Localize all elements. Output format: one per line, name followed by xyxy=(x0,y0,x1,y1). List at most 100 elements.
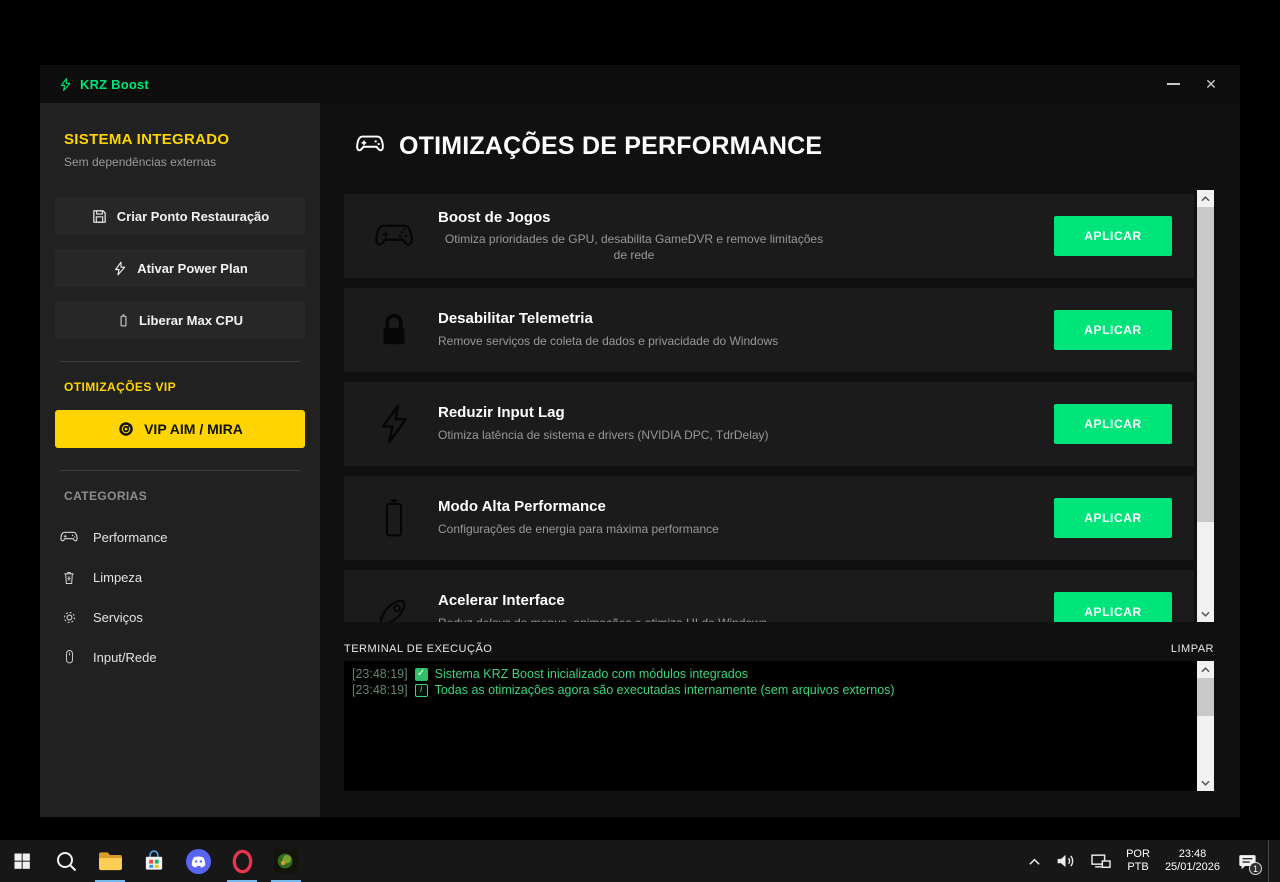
system-tray: POR PTB 23:48 25/01/2026 1 xyxy=(1023,840,1280,882)
log-message: Sistema KRZ Boost inicializado com módul… xyxy=(435,666,748,682)
terminal-clear-button[interactable]: LIMPAR xyxy=(1171,643,1214,655)
optimization-card-modo-alta-performance: Modo Alta Performance Configurações de en… xyxy=(344,476,1194,560)
language-indicator[interactable]: POR PTB xyxy=(1121,848,1155,874)
tray-time: 23:48 xyxy=(1165,848,1220,861)
vip-button-label: VIP AIM / MIRA xyxy=(144,421,243,437)
log-timestamp: [23:48:19] xyxy=(352,682,408,698)
taskbar-icon-opera-gx[interactable] xyxy=(220,840,264,882)
categories-section-label: CATEGORIAS xyxy=(64,489,296,503)
terminal-title: TERMINAL DE EXECUÇÃO xyxy=(344,643,492,655)
network-icon[interactable] xyxy=(1085,840,1117,882)
optimization-card-acelerar-interface: Acelerar Interface Reduz delays de menus,… xyxy=(344,570,1194,622)
taskbar-icon-microsoft-store[interactable] xyxy=(132,840,176,882)
bolt-icon xyxy=(112,260,128,277)
category-label: Serviços xyxy=(93,610,143,625)
apply-button[interactable]: APLICAR xyxy=(1054,498,1172,538)
volume-icon[interactable] xyxy=(1050,840,1081,882)
terminal-header: TERMINAL DE EXECUÇÃO LIMPAR xyxy=(344,643,1214,655)
app-logo-bolt-icon xyxy=(58,77,73,92)
minimize-button[interactable] xyxy=(1158,69,1188,99)
category-performance[interactable]: Performance xyxy=(40,517,320,557)
sidebar-action-label: Ativar Power Plan xyxy=(137,261,248,276)
rocket-icon xyxy=(366,591,422,622)
cards-scrollbar[interactable] xyxy=(1197,190,1214,622)
divider xyxy=(60,470,300,471)
scroll-down-icon[interactable] xyxy=(1197,605,1214,622)
check-icon: ✓ xyxy=(415,668,428,681)
category-label: Limpeza xyxy=(93,570,142,585)
taskbar-icon-file-explorer[interactable] xyxy=(88,840,132,882)
terminal-log: [23:48:19] ✓ Sistema KRZ Boost inicializad… xyxy=(344,661,1197,791)
app-title: KRZ Boost xyxy=(80,77,149,92)
taskbar-icon-krz-boost[interactable] xyxy=(264,840,308,882)
notification-center-button[interactable]: 1 xyxy=(1230,840,1264,882)
scrollbar-thumb[interactable] xyxy=(1197,207,1214,522)
tray-date: 25/01/2026 xyxy=(1165,861,1220,874)
close-button[interactable]: ✕ xyxy=(1196,69,1226,99)
battery-icon xyxy=(366,496,422,540)
category-input-rede[interactable]: Input/Rede xyxy=(40,637,320,677)
show-desktop-button[interactable] xyxy=(1268,840,1274,882)
optimization-card-desabilitar-telemetria: Desabilitar TelemetriaRemove serviços de… xyxy=(344,288,1194,372)
card-title: Boost de Jogos xyxy=(438,209,1054,226)
sidebar-actions: Criar Ponto Restauração Ativar Power Plan… xyxy=(40,197,320,339)
apply-button[interactable]: APLICAR xyxy=(1054,216,1172,256)
sidebar-action-label: Liberar Max CPU xyxy=(139,313,243,328)
page-title-text: OTIMIZAÇÕES DE PERFORMANCE xyxy=(399,132,822,161)
minimize-icon xyxy=(1167,83,1180,85)
category-label: Performance xyxy=(93,530,167,545)
card-description: Configurações de energia para máxima per… xyxy=(438,521,719,537)
controller-icon xyxy=(366,218,422,254)
page-title: OTIMIZAÇÕES DE PERFORMANCE xyxy=(354,131,822,162)
card-description: Otimiza latência de sistema e drivers (N… xyxy=(438,427,769,443)
sidebar-title: SISTEMA INTEGRADO xyxy=(64,131,296,148)
card-title: Desabilitar Telemetria xyxy=(438,310,1054,327)
category-limpeza[interactable]: Limpeza xyxy=(40,557,320,597)
sidebar-action-label: Criar Ponto Restauração xyxy=(117,209,269,224)
desktop: KRZ Boost ✕ SISTEMA INTEGRADO Sem depend… xyxy=(0,0,1280,882)
sidebar-action-criar-ponto-restaura-o[interactable]: Criar Ponto Restauração xyxy=(55,197,305,235)
apply-button[interactable]: APLICAR xyxy=(1054,592,1172,622)
scrollbar-thumb[interactable] xyxy=(1197,678,1214,716)
categories-list: Performance Limpeza Serviços Input/Rede xyxy=(40,517,320,677)
tray-chevron-up-icon[interactable] xyxy=(1023,840,1046,882)
log-message: Todas as otimizações agora são executada… xyxy=(435,682,895,698)
log-timestamp: [23:48:19] xyxy=(352,666,408,682)
gear-icon xyxy=(58,609,80,626)
mouse-icon xyxy=(58,648,80,666)
apply-button[interactable]: APLICAR xyxy=(1054,310,1172,350)
optimization-card-boost-de-jogos: Boost de Jogos Otimiza prioridades de GPU… xyxy=(344,194,1194,278)
sidebar-action-ativar-power-plan[interactable]: Ativar Power Plan xyxy=(55,249,305,287)
apply-button[interactable]: APLICAR xyxy=(1054,404,1172,444)
terminal-log-line: [23:48:19] ✓ Sistema KRZ Boost inicializad… xyxy=(352,666,1189,682)
optimizations-list: Boost de Jogos Otimiza prioridades de GPU… xyxy=(344,190,1214,622)
taskbar-icon-discord[interactable] xyxy=(176,840,220,882)
divider xyxy=(60,361,300,362)
scroll-down-icon[interactable] xyxy=(1197,774,1214,791)
card-title: Modo Alta Performance xyxy=(438,498,1054,515)
card-title: Acelerar Interface xyxy=(438,592,1054,609)
category-servi-os[interactable]: Serviços xyxy=(40,597,320,637)
bolt-icon xyxy=(366,402,422,446)
lock-icon xyxy=(366,309,422,351)
gamepad-icon xyxy=(354,131,386,162)
card-description: Reduz delays de menus, animações e otimi… xyxy=(438,615,767,622)
trash-icon xyxy=(58,569,80,586)
vip-aim-mira-button[interactable]: VIP AIM / MIRA xyxy=(55,410,305,448)
sidebar: SISTEMA INTEGRADO Sem dependências exter… xyxy=(40,103,320,817)
sidebar-action-liberar-max-cpu[interactable]: Liberar Max CPU xyxy=(55,301,305,339)
floppy-icon xyxy=(91,208,108,225)
scroll-up-icon[interactable] xyxy=(1197,661,1214,678)
terminal-scrollbar[interactable] xyxy=(1197,661,1214,791)
gamepad-icon xyxy=(58,529,80,545)
target-icon xyxy=(117,420,135,438)
search-button[interactable] xyxy=(44,840,88,882)
battery-icon xyxy=(117,311,130,330)
card-description: Otimiza prioridades de GPU, desabilita G… xyxy=(438,231,830,263)
start-button[interactable] xyxy=(0,840,44,882)
category-label: Input/Rede xyxy=(93,650,157,665)
scroll-up-icon[interactable] xyxy=(1197,190,1214,207)
titlebar: KRZ Boost ✕ xyxy=(40,65,1240,103)
clock[interactable]: 23:48 25/01/2026 xyxy=(1159,848,1226,874)
notification-badge: 1 xyxy=(1249,862,1262,875)
